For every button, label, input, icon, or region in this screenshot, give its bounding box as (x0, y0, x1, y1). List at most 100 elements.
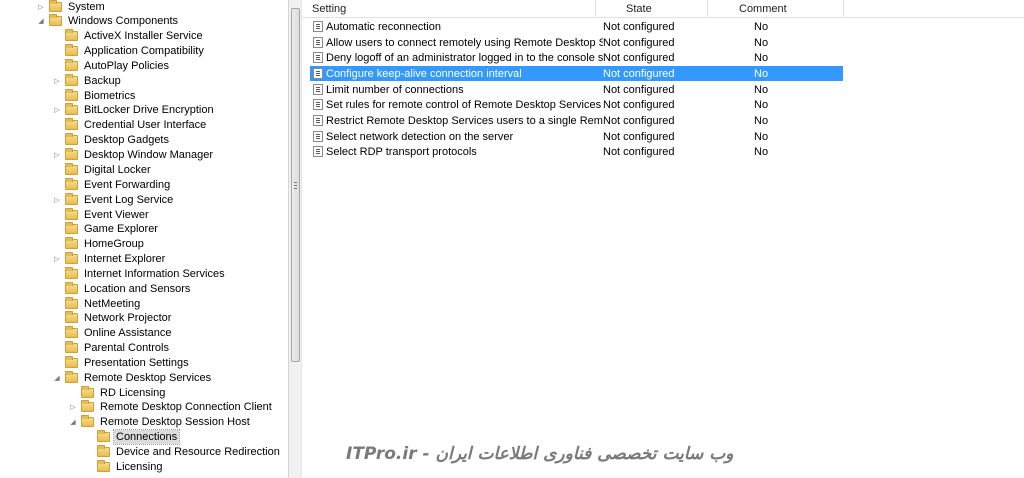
table-row[interactable]: Deny logoff of an administrator logged i… (310, 50, 843, 65)
tree-item-connections[interactable]: Connections (84, 428, 181, 445)
tree-item-label: Remote Desktop Session Host (100, 415, 250, 428)
policy-setting-icon (313, 115, 323, 126)
tree-item-label: Credential User Interface (84, 118, 207, 131)
tree-item-rd-licensing[interactable]: RD Licensing (68, 385, 167, 400)
tree-item-netmeeting[interactable]: NetMeeting (52, 296, 142, 311)
folder-icon (65, 102, 78, 115)
folder-open-icon (49, 13, 62, 26)
expand-icon[interactable]: ▷ (52, 251, 62, 266)
tree-item-network-projector[interactable]: Network Projector (52, 310, 173, 325)
collapse-icon[interactable]: ◢ (36, 13, 46, 28)
tree-item-remote-desktop-services[interactable]: ◢ Remote Desktop Services (52, 370, 213, 385)
folder-open-icon (81, 414, 94, 427)
tree-item-event-forwarding[interactable]: Event Forwarding (52, 177, 172, 192)
folder-icon (65, 88, 78, 101)
folder-icon (65, 281, 78, 294)
row-state: Not configured (603, 130, 675, 143)
table-row[interactable]: Set rules for remote control of Remote D… (310, 97, 843, 112)
folder-icon (65, 207, 78, 220)
tree-item-event-log-service[interactable]: ▷ Event Log Service (52, 192, 175, 207)
tree-item-label: Network Projector (84, 311, 172, 324)
tree-item-activex-installer-service[interactable]: ActiveX Installer Service (52, 28, 205, 43)
table-row-selected[interactable]: Configure keep-alive connection interval… (310, 66, 843, 81)
expand-icon[interactable]: ▷ (52, 147, 62, 162)
tree-item-homegroup[interactable]: HomeGroup (52, 236, 146, 251)
tree-item-label: AutoPlay Policies (84, 59, 169, 72)
row-state: Not configured (603, 20, 675, 33)
scrollbar-thumb[interactable] (291, 8, 300, 362)
policy-setting-icon (313, 68, 323, 79)
tree-item-label: Online Assistance (84, 326, 172, 339)
expand-icon[interactable]: ▷ (52, 192, 62, 207)
tree-item-label: Presentation Settings (84, 356, 189, 369)
row-comment: No (754, 67, 769, 80)
tree-item-game-explorer[interactable]: Game Explorer (52, 221, 160, 236)
grip-icon (294, 182, 297, 189)
tree-pane[interactable]: ▷ System ◢ Windows Components ActiveX Inst… (0, 0, 288, 478)
collapse-icon[interactable]: ◢ (52, 370, 62, 385)
folder-open-icon (97, 429, 110, 442)
tree-item-label: Connections (112, 428, 181, 445)
expand-icon[interactable]: ▷ (52, 73, 62, 88)
table-row[interactable]: Limit number of connections Not configur… (310, 82, 843, 97)
tree-item-application-compatibility[interactable]: Application Compatibility (52, 43, 206, 58)
tree-item-desktop-gadgets[interactable]: Desktop Gadgets (52, 132, 171, 147)
tree-item-presentation-settings[interactable]: Presentation Settings (52, 355, 191, 370)
folder-icon (65, 221, 78, 234)
tree-item-windows-components[interactable]: ◢ Windows Components (36, 13, 180, 28)
column-header-state[interactable]: State (596, 0, 708, 18)
column-header-comment[interactable]: Comment (708, 0, 844, 18)
table-row[interactable]: Select RDP transport protocols Not confi… (310, 144, 843, 159)
vertical-scrollbar[interactable] (288, 0, 302, 478)
tree-item-label: System (68, 0, 105, 13)
row-state: Not configured (603, 67, 675, 80)
row-state: Not configured (603, 36, 675, 49)
expand-icon[interactable]: ▷ (36, 0, 46, 14)
tree-item-remote-desktop-connection-client[interactable]: ▷ Remote Desktop Connection Client (68, 399, 274, 414)
tree-item-device-and-resource-redirection[interactable]: Device and Resource Redirection (84, 444, 282, 459)
tree-item-label: BitLocker Drive Encryption (84, 103, 214, 116)
folder-open-icon (65, 370, 78, 383)
row-setting: Limit number of connections (326, 83, 464, 96)
tree-item-bitlocker-drive-encryption[interactable]: ▷ BitLocker Drive Encryption (52, 102, 216, 117)
tree-item-label: Desktop Gadgets (84, 133, 169, 146)
row-setting: Select RDP transport protocols (326, 145, 477, 158)
row-setting: Set rules for remote control of Remote D… (326, 98, 603, 111)
list-header: Setting State Comment (302, 0, 1024, 18)
tree-item-autoplay-policies[interactable]: AutoPlay Policies (52, 58, 171, 73)
folder-icon (65, 162, 78, 175)
expand-icon[interactable]: ▷ (52, 102, 62, 117)
tree-item-desktop-window-manager[interactable]: ▷ Desktop Window Manager (52, 147, 215, 162)
tree-item-remote-desktop-session-host[interactable]: ◢ Remote Desktop Session Host (68, 414, 252, 429)
table-row[interactable]: Automatic reconnection Not configured No (310, 19, 843, 34)
row-comment: No (754, 83, 769, 96)
tree-item-label: Location and Sensors (84, 282, 191, 295)
folder-icon (65, 43, 78, 56)
tree-item-location-and-sensors[interactable]: Location and Sensors (52, 281, 192, 296)
expand-icon[interactable]: ▷ (68, 399, 78, 414)
tree-item-digital-locker[interactable]: Digital Locker (52, 162, 153, 177)
tree-item-biometrics[interactable]: Biometrics (52, 88, 137, 103)
collapse-icon[interactable]: ◢ (68, 414, 78, 429)
tree-item-internet-explorer[interactable]: ▷ Internet Explorer (52, 251, 167, 266)
table-row[interactable]: Select network detection on the server N… (310, 129, 843, 144)
policy-setting-icon (313, 99, 323, 110)
folder-icon (65, 310, 78, 323)
tree-item-internet-information-services[interactable]: Internet Information Services (52, 266, 227, 281)
row-comment: No (754, 51, 769, 64)
tree-item-label: Internet Explorer (84, 252, 166, 265)
tree-item-system[interactable]: ▷ System (36, 0, 107, 14)
tree-item-online-assistance[interactable]: Online Assistance (52, 325, 173, 340)
tree-item-licensing[interactable]: Licensing (84, 459, 164, 474)
table-row[interactable]: Restrict Remote Desktop Services users t… (310, 113, 843, 128)
tree-item-event-viewer[interactable]: Event Viewer (52, 207, 151, 222)
tree-item-parental-controls[interactable]: Parental Controls (52, 340, 171, 355)
tree-item-label: RD Licensing (100, 386, 166, 399)
folder-icon (65, 177, 78, 190)
tree-item-backup[interactable]: ▷ Backup (52, 73, 123, 88)
settings-list[interactable]: Setting State Comment Automatic reconnec… (302, 0, 1024, 478)
table-row[interactable]: Allow users to connect remotely using Re… (310, 35, 843, 50)
tree-item-credential-user-interface[interactable]: Credential User Interface (52, 117, 208, 132)
tree-item-label: Parental Controls (84, 341, 169, 354)
column-header-setting[interactable]: Setting (312, 0, 596, 18)
